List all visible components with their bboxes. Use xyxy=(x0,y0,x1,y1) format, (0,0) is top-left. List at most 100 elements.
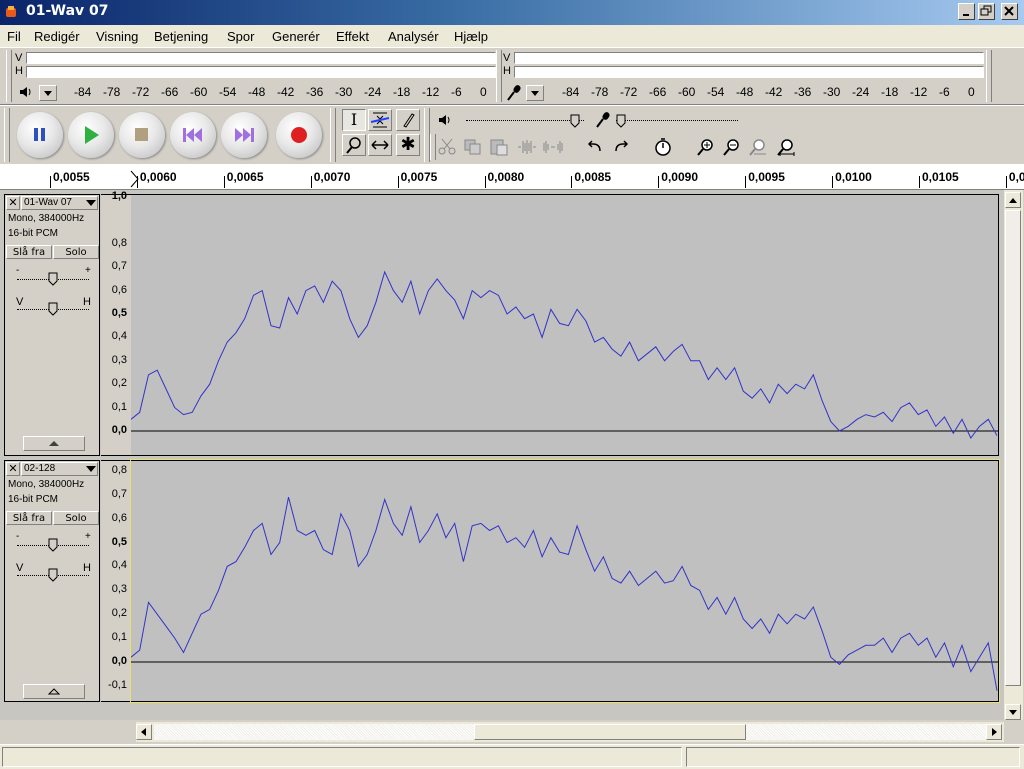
gain-minus-label: - xyxy=(16,531,20,542)
ruler-tick xyxy=(223,176,225,188)
menu-transport[interactable]: Betjening xyxy=(154,29,208,44)
selection-tool-button[interactable]: I xyxy=(342,109,366,131)
fit-selection-button[interactable] xyxy=(746,137,770,159)
control-toolbar: I ✱ xyxy=(0,105,1024,164)
playback-volume-icon xyxy=(438,113,454,130)
amplitude-label: 0,4 xyxy=(111,330,127,343)
menu-analyze[interactable]: Analysér xyxy=(388,29,439,44)
pan-slider-thumb[interactable] xyxy=(48,568,58,585)
gain-slider-thumb[interactable] xyxy=(48,538,58,555)
menu-generate[interactable]: Generér xyxy=(272,29,320,44)
waveform-area[interactable] xyxy=(131,194,999,456)
play-head-marker-icon xyxy=(130,170,140,191)
scroll-track[interactable] xyxy=(746,724,986,740)
record-meter-tick: -36 xyxy=(794,85,812,99)
horizontal-scrollbar[interactable] xyxy=(136,722,1004,742)
menu-view[interactable]: Visning xyxy=(96,29,138,44)
gain-minus-label: - xyxy=(16,265,20,276)
record-meter-tick: -30 xyxy=(823,85,841,99)
track-control-panel: ✕ 02-128 Mono, 384000Hz 16-bit PCM Slå f… xyxy=(4,460,100,702)
track-vertical-ruler[interactable]: 1,0 0,8 0,7 0,6 0,5 0,4 0,3 0,2 0,1 0,0 xyxy=(101,190,131,456)
undo-button[interactable] xyxy=(584,137,608,159)
track-name: 02-128 xyxy=(24,463,56,474)
scroll-down-button[interactable] xyxy=(1005,704,1021,720)
zoom-tool-button[interactable] xyxy=(342,134,366,156)
scroll-left-button[interactable] xyxy=(136,724,152,740)
track-vertical-ruler[interactable]: 0,8 0,7 0,6 0,5 0,4 0,3 0,2 0,1 0,0 -0,1 xyxy=(101,460,131,702)
horizontal-scroll-thumb[interactable] xyxy=(474,724,746,740)
scroll-track[interactable] xyxy=(154,724,474,740)
silence-button[interactable] xyxy=(542,137,566,159)
playback-volume-slider-thumb[interactable] xyxy=(570,114,580,128)
timeshift-tool-button[interactable] xyxy=(368,134,392,156)
timeline-ruler[interactable]: 0,0055 0,0060 0,0065 0,0070 0,0075 0,0080 0,00… xyxy=(0,164,1024,190)
pan-left-label: V xyxy=(16,562,24,574)
vertical-scrollbar[interactable] xyxy=(1004,190,1023,720)
collapse-track-button[interactable] xyxy=(23,436,85,451)
cut-button[interactable] xyxy=(436,137,460,159)
vertical-scroll-thumb[interactable] xyxy=(1005,210,1021,686)
stop-button[interactable] xyxy=(119,112,165,158)
playback-volume-slider-track[interactable] xyxy=(466,120,584,122)
record-meter-tick: -42 xyxy=(765,85,783,99)
restore-button[interactable] xyxy=(978,3,995,20)
scroll-right-button[interactable] xyxy=(986,724,1002,740)
skip-to-start-button[interactable] xyxy=(170,112,216,158)
zoom-in-button[interactable] xyxy=(694,137,718,159)
pan-left-label: V xyxy=(16,296,24,308)
amplitude-label: 0,8 xyxy=(111,463,127,476)
amplitude-label: -0,1 xyxy=(108,678,127,691)
record-meter-left xyxy=(514,52,984,64)
track-name-dropdown[interactable]: 01-Wav 07 xyxy=(21,196,98,210)
amplitude-label: 0,5 xyxy=(111,307,127,319)
ruler-tick xyxy=(1005,176,1007,188)
gain-plus-label: + xyxy=(85,265,91,276)
record-button[interactable] xyxy=(276,112,322,158)
amplitude-label: 0,4 xyxy=(111,559,127,572)
amplitude-label: 0,5 xyxy=(111,535,127,548)
solo-button[interactable]: Solo xyxy=(53,511,99,525)
paste-button[interactable] xyxy=(488,137,512,159)
amplitude-label: 0,1 xyxy=(111,400,127,413)
collapse-track-button[interactable] xyxy=(23,684,85,699)
copy-button[interactable] xyxy=(462,137,486,159)
play-button[interactable] xyxy=(68,112,114,158)
minimize-button[interactable] xyxy=(958,3,975,20)
sync-lock-timer-button[interactable] xyxy=(652,137,676,159)
trim-button[interactable] xyxy=(516,137,540,159)
skip-to-end-button[interactable] xyxy=(221,112,267,158)
fit-project-button[interactable] xyxy=(774,137,798,159)
record-volume-slider-thumb[interactable] xyxy=(616,114,626,128)
envelope-tool-button[interactable] xyxy=(368,109,392,131)
close-button[interactable] xyxy=(1001,3,1018,20)
menu-help[interactable]: Hjælp xyxy=(454,29,488,44)
menu-effect[interactable]: Effekt xyxy=(336,29,369,44)
multi-tool-button[interactable]: ✱ xyxy=(396,134,420,156)
playback-meter-left xyxy=(26,52,496,64)
track-close-button[interactable]: ✕ xyxy=(6,196,20,210)
scroll-up-button[interactable] xyxy=(1005,192,1021,208)
pause-button[interactable] xyxy=(17,112,63,158)
menu-tracks[interactable]: Spor xyxy=(227,29,254,44)
menu-file[interactable]: Fil xyxy=(7,29,21,44)
redo-button[interactable] xyxy=(610,137,634,159)
waveform-area[interactable] xyxy=(130,459,1000,703)
mute-button[interactable]: Slå fra xyxy=(6,511,52,525)
track-name-dropdown[interactable]: 02-128 xyxy=(21,462,98,476)
record-meter-tick: -54 xyxy=(707,85,725,99)
record-meter-scale: -84 -78 -72 -66 -60 -54 -48 -42 -36 -30 -24 -18 -12-… xyxy=(0,85,1024,101)
gain-slider-thumb[interactable] xyxy=(48,272,58,289)
menu-edit[interactable]: Redigér xyxy=(34,29,80,44)
amplitude-label: 0,0 xyxy=(111,655,127,667)
record-volume-slider-track[interactable] xyxy=(616,120,738,122)
record-meter-tick: -12 xyxy=(910,85,928,99)
zoom-out-button[interactable] xyxy=(720,137,744,159)
draw-tool-button[interactable] xyxy=(396,109,420,131)
ruler-tick xyxy=(397,176,399,188)
track-close-button[interactable]: ✕ xyxy=(6,462,20,476)
pan-slider-thumb[interactable] xyxy=(48,302,58,319)
solo-button[interactable]: Solo xyxy=(53,245,99,259)
ruler-tick xyxy=(310,176,312,188)
mute-button[interactable]: Slå fra xyxy=(6,245,52,259)
record-right-channel-label: H xyxy=(503,65,511,77)
